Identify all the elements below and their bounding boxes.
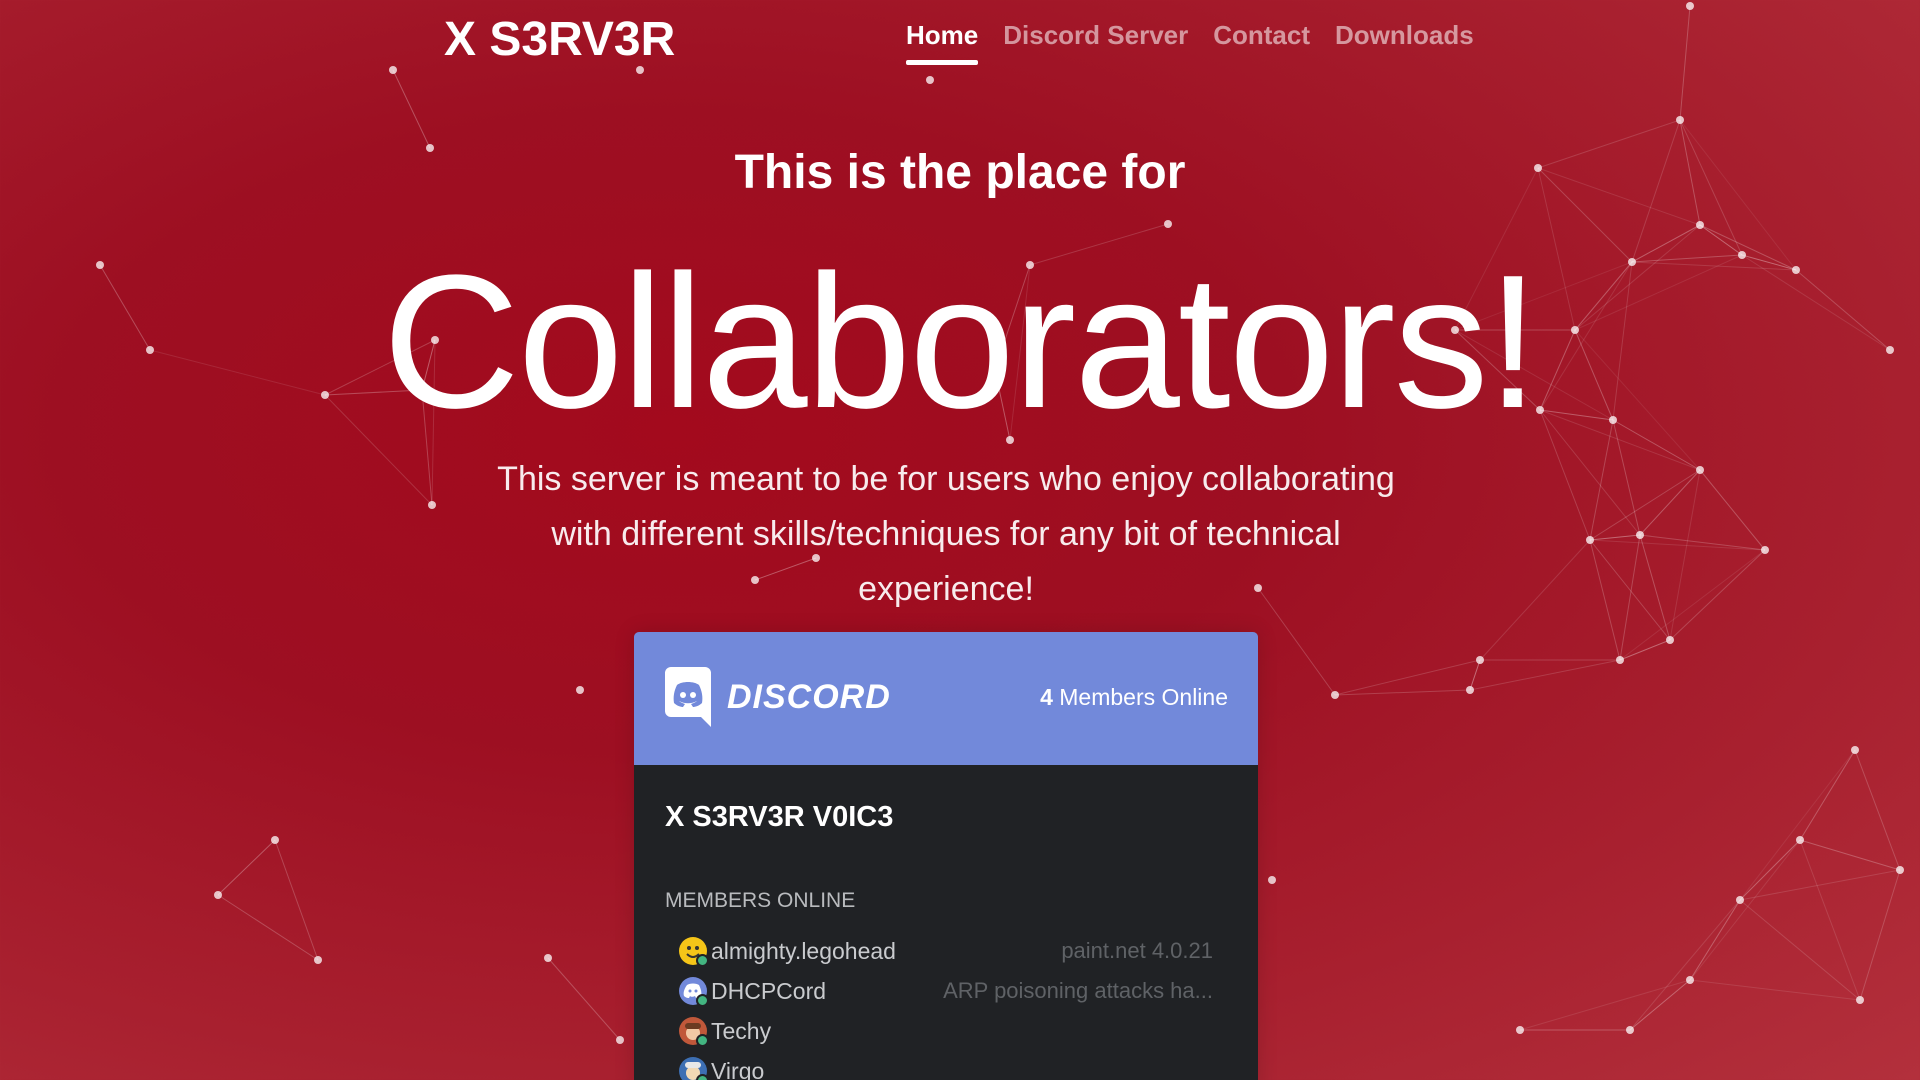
character-avatar-icon xyxy=(679,1057,709,1080)
discord-icon xyxy=(665,667,711,727)
nav-home[interactable]: Home xyxy=(906,20,979,65)
hero-title: Collaborators! xyxy=(382,236,1540,448)
member-item[interactable]: Techy xyxy=(679,1011,1213,1051)
hero-subtitle: This server is meant to be for users who… xyxy=(497,460,1395,608)
discord-wordmark: DISCORD xyxy=(727,677,891,716)
discord-logo[interactable]: DISCORD xyxy=(665,667,891,727)
member-activity: paint.net 4.0.21 xyxy=(1061,938,1213,963)
members-online-count: 4 Members Online xyxy=(1040,684,1228,711)
discord-widget-header: DISCORD 4 Members Online xyxy=(634,632,1258,765)
nav-downloads[interactable]: Downloads xyxy=(1335,20,1474,65)
nav-contact[interactable]: Contact xyxy=(1213,20,1310,65)
online-count-number: 4 xyxy=(1040,684,1053,710)
member-item[interactable]: almighty.legohead paint.net 4.0.21 xyxy=(679,931,1213,971)
nav-discord-server[interactable]: Discord Server xyxy=(1003,20,1188,65)
discord-widget: DISCORD 4 Members Online X S3RV3R V0IC3 … xyxy=(634,632,1258,1080)
member-item[interactable]: DHCPCord ARP poisoning attacks ha... xyxy=(679,971,1213,1011)
member-list: almighty.legohead paint.net 4.0.21 DHCPC… xyxy=(679,931,1213,1080)
member-activity: ARP poisoning attacks ha... xyxy=(943,978,1213,1003)
character-avatar-icon xyxy=(679,1017,709,1047)
member-name: DHCPCord xyxy=(711,977,827,1004)
site-brand[interactable]: X S3RV3R xyxy=(444,12,675,67)
server-name: X S3RV3R V0IC3 xyxy=(665,801,894,833)
discord-widget-body: X S3RV3R V0IC3 MEMBERS ONLINE almighty.l… xyxy=(634,765,1258,1080)
hero-pre-title: This is the place for xyxy=(734,146,1186,199)
main-nav: Home Discord Server Contact Downloads xyxy=(906,20,1474,65)
member-name: almighty.legohead xyxy=(711,937,896,964)
discord-default-avatar-icon xyxy=(679,977,709,1007)
member-name: Techy xyxy=(711,1017,772,1044)
member-item[interactable]: Virgo xyxy=(679,1051,1213,1080)
member-name: Virgo xyxy=(711,1057,765,1080)
members-online-heading: MEMBERS ONLINE xyxy=(665,889,856,912)
online-count-label: Members Online xyxy=(1059,684,1228,710)
smiley-avatar-icon xyxy=(679,937,709,967)
